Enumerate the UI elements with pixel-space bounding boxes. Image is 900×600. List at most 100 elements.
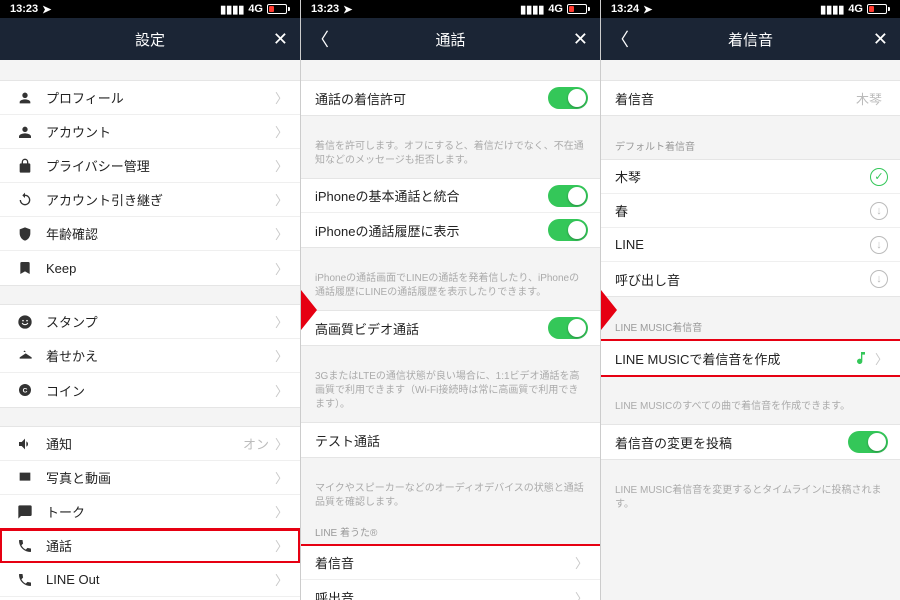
- signal-icon: ▮▮▮▮: [820, 3, 844, 16]
- music-icon: [853, 350, 869, 366]
- row-post-change[interactable]: 着信音の変更を投稿: [601, 425, 900, 459]
- nav-bar: 〈 着信音 ✕: [601, 18, 900, 60]
- row-label: アカウント引き継ぎ: [46, 190, 275, 209]
- speaker-icon: [14, 436, 36, 452]
- settings-group-basic: 通知オン〉写真と動画〉トーク〉通話〉LINE Out〉友だち〉: [0, 426, 300, 600]
- battery-icon: [567, 4, 590, 14]
- status-time: 13:23: [10, 3, 38, 15]
- settings-row[interactable]: プロフィール〉: [0, 81, 300, 115]
- row-ringtone[interactable]: 着信音〉: [301, 546, 600, 580]
- settings-row[interactable]: 通知オン〉: [0, 427, 300, 461]
- toggle-on[interactable]: [548, 219, 588, 241]
- row-label: トーク: [46, 502, 275, 521]
- smile-icon: [14, 314, 36, 330]
- network-label: 4G: [848, 3, 863, 15]
- row-incoming-permit[interactable]: 通話の着信許可: [301, 81, 600, 115]
- tone-label: LINE: [615, 237, 870, 252]
- row-label: 写真と動画: [46, 468, 275, 487]
- battery-icon: [867, 4, 890, 14]
- person-icon: [14, 90, 36, 106]
- shield-icon: [14, 226, 36, 242]
- battery-icon: [267, 4, 290, 14]
- status-bar: 13:23➤ ▮▮▮▮4G: [0, 0, 300, 18]
- settings-row[interactable]: スタンプ〉: [0, 305, 300, 339]
- signal-icon: ▮▮▮▮: [520, 3, 544, 16]
- phone-icon: [14, 538, 36, 554]
- settings-row[interactable]: アカウント引き継ぎ〉: [0, 183, 300, 217]
- settings-group-shop: スタンプ〉着せかえ〉コイン〉: [0, 304, 300, 408]
- header-uta: LINE 着うた®: [301, 520, 600, 545]
- tone-row[interactable]: 木琴✓: [601, 160, 900, 194]
- row-test-call[interactable]: テスト通話: [301, 423, 600, 457]
- back-icon[interactable]: 〈: [311, 26, 329, 52]
- location-icon: ➤: [343, 3, 352, 16]
- tone-label: 春: [615, 201, 870, 220]
- settings-row[interactable]: 写真と動画〉: [0, 461, 300, 495]
- settings-content: プロフィール〉アカウント〉プライバシー管理〉アカウント引き継ぎ〉年齢確認〉Kee…: [0, 60, 300, 600]
- header-default: デフォルト着信音: [601, 134, 900, 159]
- settings-group-account: プロフィール〉アカウント〉プライバシー管理〉アカウント引き継ぎ〉年齢確認〉Kee…: [0, 80, 300, 286]
- back-icon[interactable]: 〈: [611, 26, 629, 52]
- header-music: LINE MUSIC着信音: [601, 315, 900, 340]
- status-bar: 13:23➤ ▮▮▮▮4G: [301, 0, 600, 18]
- chevron-right-icon: 〉: [275, 259, 288, 278]
- row-hq-video[interactable]: 高画質ビデオ通話: [301, 311, 600, 345]
- default-tones-group: 木琴✓春↓LINE↓呼び出し音↓: [601, 159, 900, 297]
- settings-row[interactable]: 年齢確認〉: [0, 217, 300, 251]
- tone-row[interactable]: 春↓: [601, 194, 900, 228]
- chevron-right-icon: 〉: [275, 346, 288, 365]
- tone-label: 呼び出し音: [615, 270, 870, 289]
- user-tag-icon: [14, 124, 36, 140]
- tone-row[interactable]: 呼び出し音↓: [601, 262, 900, 296]
- settings-row[interactable]: プライバシー管理〉: [0, 149, 300, 183]
- desc-hq: 3GまたはLTEの通信状態が良い場合に、1:1ビデオ通話を高画質で利用できます（…: [301, 364, 600, 422]
- row-label: 年齢確認: [46, 224, 275, 243]
- tone-row[interactable]: LINE↓: [601, 228, 900, 262]
- row-iphone-integrate[interactable]: iPhoneの基本通話と統合: [301, 179, 600, 213]
- download-icon[interactable]: ↓: [870, 270, 888, 288]
- row-label: LINE Out: [46, 572, 275, 587]
- close-icon[interactable]: ✕: [873, 29, 888, 50]
- download-icon[interactable]: ↓: [870, 202, 888, 220]
- nav-bar: 設定 ✕: [0, 18, 300, 60]
- location-icon: ➤: [643, 3, 652, 16]
- current-value: 木琴: [856, 89, 882, 108]
- toggle-on[interactable]: [548, 185, 588, 207]
- settings-row[interactable]: LINE Out〉: [0, 563, 300, 597]
- row-label: プライバシー管理: [46, 156, 275, 175]
- arrow-icon: [600, 290, 617, 330]
- chevron-right-icon: 〉: [275, 122, 288, 141]
- chevron-right-icon: 〉: [575, 553, 588, 572]
- settings-row[interactable]: 通話〉: [0, 529, 300, 563]
- download-icon[interactable]: ↓: [870, 236, 888, 254]
- row-make-ringtone[interactable]: LINE MUSICで着信音を作成〉: [601, 341, 900, 375]
- close-icon[interactable]: ✕: [273, 29, 288, 50]
- nav-title: 着信音: [728, 29, 773, 50]
- chevron-right-icon: 〉: [275, 312, 288, 331]
- chevron-right-icon: 〉: [275, 570, 288, 589]
- settings-row[interactable]: トーク〉: [0, 495, 300, 529]
- row-iphone-history[interactable]: iPhoneの通話履歴に表示: [301, 213, 600, 247]
- settings-row[interactable]: アカウント〉: [0, 115, 300, 149]
- settings-row[interactable]: コイン〉: [0, 373, 300, 407]
- keep-icon: [14, 260, 36, 276]
- panel-settings: 13:23➤ ▮▮▮▮4G 設定 ✕ プロフィール〉アカウント〉プライバシー管理…: [0, 0, 300, 600]
- settings-row[interactable]: Keep〉: [0, 251, 300, 285]
- toggle-on[interactable]: [548, 87, 588, 109]
- desc-post: LINE MUSIC着信音を変更するとタイムラインに投稿されます。: [601, 478, 900, 522]
- status-time: 13:24: [611, 3, 639, 15]
- call-content: 通話の着信許可 着信を許可します。オフにすると、着信だけでなく、不在通知などのメ…: [301, 60, 600, 600]
- chevron-right-icon: 〉: [275, 381, 288, 400]
- row-current-ringtone: 着信音木琴: [601, 81, 900, 115]
- desc-make: LINE MUSICのすべての曲で着信音を作成できます。: [601, 394, 900, 424]
- toggle-on[interactable]: [848, 431, 888, 453]
- row-calltone[interactable]: 呼出音〉: [301, 580, 600, 600]
- hanger-icon: [14, 348, 36, 364]
- coin-icon: [14, 382, 36, 398]
- row-label: プロフィール: [46, 88, 275, 107]
- desc-permit: 着信を許可します。オフにすると、着信だけでなく、不在通知などのメッセージも拒否し…: [301, 134, 600, 178]
- close-icon[interactable]: ✕: [573, 29, 588, 50]
- settings-row[interactable]: 着せかえ〉: [0, 339, 300, 373]
- toggle-on[interactable]: [548, 317, 588, 339]
- status-time: 13:23: [311, 3, 339, 15]
